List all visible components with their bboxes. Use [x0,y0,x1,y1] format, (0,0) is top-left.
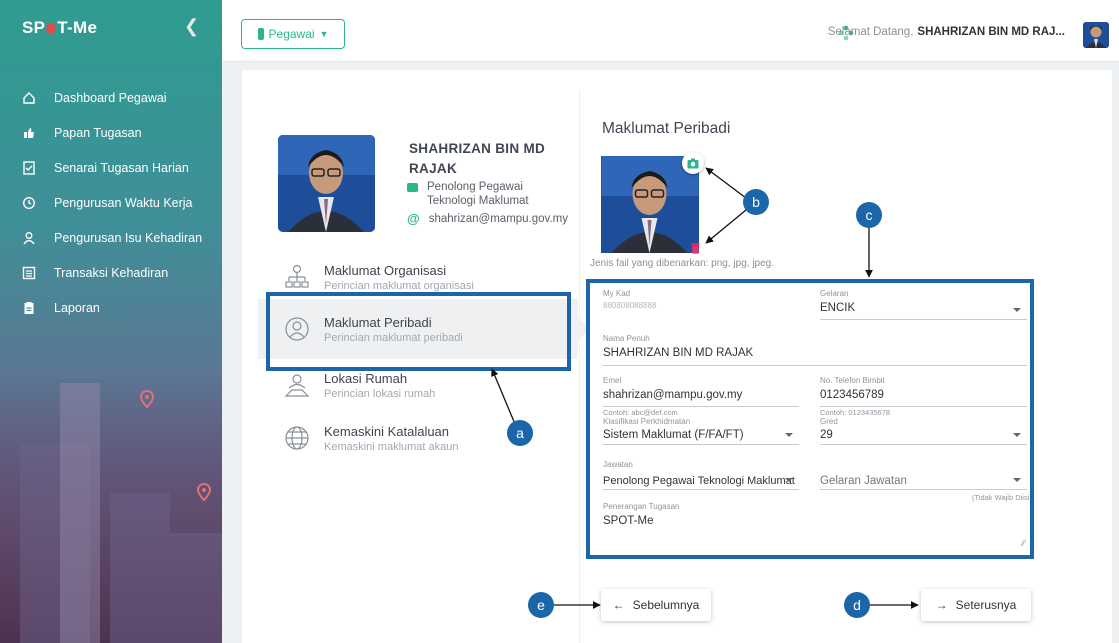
organization-icon [285,264,309,288]
at-icon: @ [407,211,420,226]
top-bar: Pegawai ▼ Selamat Datang, SHAHRIZAN BIN M… [222,0,1119,62]
sidebar-item-waktu-kerja[interactable]: Pengurusan Waktu Kerja [0,185,222,220]
section-title: Maklumat Peribadi [602,120,731,137]
sidebar-item-dashboard[interactable]: Dashboard Pegawai [0,80,222,115]
menu-title: Kemaskini Katalaluan [324,423,450,439]
sidebar-item-label: Senarai Tugasan Harian [54,160,189,175]
briefcase-icon [407,183,418,192]
role-dropdown-button[interactable]: Pegawai ▼ [241,19,345,49]
callout-a: a [507,420,533,446]
callout-d: d [844,592,870,618]
camera-icon [687,158,699,168]
trash-icon [691,243,699,254]
profile-job-text: Penolong Pegawai Teknologi Maklumat [427,181,529,207]
username: SHAHRIZAN BIN MD RAJ... [917,26,1065,38]
sidebar-item-senarai-tugasan[interactable]: Senarai Tugasan Harian [0,150,222,185]
role-label: Pegawai [268,27,315,41]
callout-c: c [856,202,882,228]
profile-email: @ shahrizan@mampu.gov.my [407,211,568,226]
collapse-sidebar-icon[interactable]: ❮ [184,16,199,37]
profile-name: SHAHRIZAN BIN MD RAJAK [409,141,546,176]
sidebar-item-label: Pengurusan Waktu Kerja [54,195,193,210]
menu-subtitle: Perincian lokasi rumah [324,387,436,400]
sidebar: SP T-Me ❮ Dashboard Pegawai Papan Tugasan… [0,0,222,643]
arrow-left-icon: ← [612,598,625,612]
globe-icon [285,426,309,450]
greeting-text: Selamat Datang, [827,26,914,38]
profile-email-text: shahrizan@mampu.gov.my [428,212,568,225]
previous-button[interactable]: ← Sebelumnya [601,589,711,621]
checklist-icon [22,160,36,175]
profile-job: Penolong Pegawai Teknologi Maklumat [407,180,552,208]
greeting: Selamat Datang, SHAHRIZAN BIN MD RAJ... [828,26,1065,38]
sidebar-item-label: Papan Tugasan [54,125,142,140]
menu-title: Lokasi Rumah [324,370,408,386]
user-icon [22,231,36,245]
avatar[interactable] [1083,22,1109,48]
upload-photo-button[interactable] [682,152,704,174]
sidebar-item-laporan[interactable]: Laporan [0,290,222,325]
chevron-down-icon: ▼ [319,29,329,39]
sidebar-item-label: Dashboard Pegawai [54,90,167,105]
clock-history-icon [22,196,36,210]
arrow-right-icon: → [935,598,948,612]
home-icon [22,91,36,105]
menu-subtitle: Kemaskini maklumat akaun [324,440,459,453]
sidebar-item-label: Transaksi Kehadiran [54,265,169,280]
previous-label: Sebelumnya [632,598,700,612]
file-type-hint: Jenis fail yang dibenarkan: png, jpg, jp… [590,258,775,269]
divider [579,90,580,643]
callout-b: b [743,189,769,215]
role-icon [257,28,264,40]
sidebar-nav: Dashboard Pegawai Papan Tugasan Senarai … [0,80,222,325]
callout-e: e [528,592,554,618]
thumbs-up-icon [22,126,36,140]
highlight-box-c [586,279,1034,559]
sidebar-item-label: Pengurusan Isu Kehadiran [54,230,203,245]
profile-photo [278,135,375,232]
location-user-icon [284,374,310,397]
map-pin-icon [196,482,212,502]
map-pin-icon [139,389,155,409]
sidebar-item-papan-tugasan[interactable]: Papan Tugasan [0,115,222,150]
highlight-box-a [266,292,571,371]
sidebar-item-isu-kehadiran[interactable]: Pengurusan Isu Kehadiran [0,220,222,255]
sidebar-item-transaksi[interactable]: Transaksi Kehadiran [0,255,222,290]
menu-title: Maklumat Organisasi [324,262,447,278]
list-icon [22,266,36,280]
menu-subtitle: Perincian maklumat organisasi [324,279,474,292]
delete-photo-button[interactable] [688,241,702,255]
next-label: Seterusnya [955,598,1017,612]
report-icon [22,301,36,315]
app-logo[interactable]: SP T-Me [22,18,97,38]
sidebar-item-label: Laporan [54,300,100,315]
next-button[interactable]: → Seterusnya [921,589,1031,621]
